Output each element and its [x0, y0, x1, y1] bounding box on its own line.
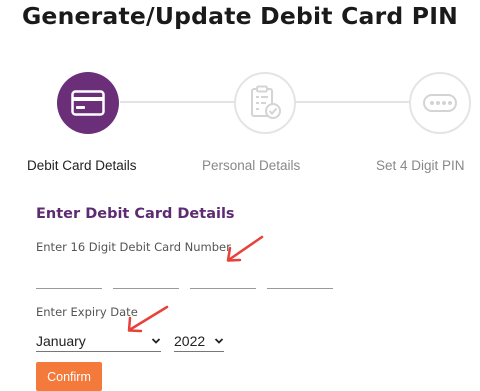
- card-number-field-2[interactable]: [113, 262, 179, 289]
- step-label-debit-card-details: Debit Card Details: [27, 158, 137, 173]
- pin-dots-icon: [423, 94, 457, 112]
- card-number-field-1[interactable]: [36, 262, 102, 289]
- chevron-down-icon: [214, 337, 224, 344]
- card-number-label: Enter 16 Digit Debit Card Number: [36, 240, 231, 254]
- card-number-field-3[interactable]: [190, 262, 256, 289]
- step-set-pin: [409, 72, 471, 134]
- annotation-arrow-card-number: [226, 235, 264, 262]
- chevron-down-icon: [151, 337, 161, 344]
- annotation-arrow-expiry-month: [127, 305, 169, 333]
- card-number-field-4[interactable]: [267, 262, 333, 289]
- expiry-month-value: January: [36, 332, 86, 349]
- confirm-button[interactable]: Confirm: [36, 362, 102, 391]
- expiry-year-value: 2022: [174, 332, 206, 349]
- step-label-set-pin: Set 4 Digit PIN: [376, 158, 465, 173]
- expiry-year-select[interactable]: 2022: [174, 330, 224, 352]
- step-label-personal-details: Personal Details: [202, 158, 301, 173]
- credit-card-icon: [71, 90, 105, 116]
- step-debit-card-details: [57, 72, 119, 134]
- step-personal-details: [234, 72, 296, 134]
- page-title: Generate/Update Debit Card PIN: [21, 2, 459, 30]
- clipboard-check-icon: [251, 85, 281, 119]
- section-title: Enter Debit Card Details: [36, 206, 235, 222]
